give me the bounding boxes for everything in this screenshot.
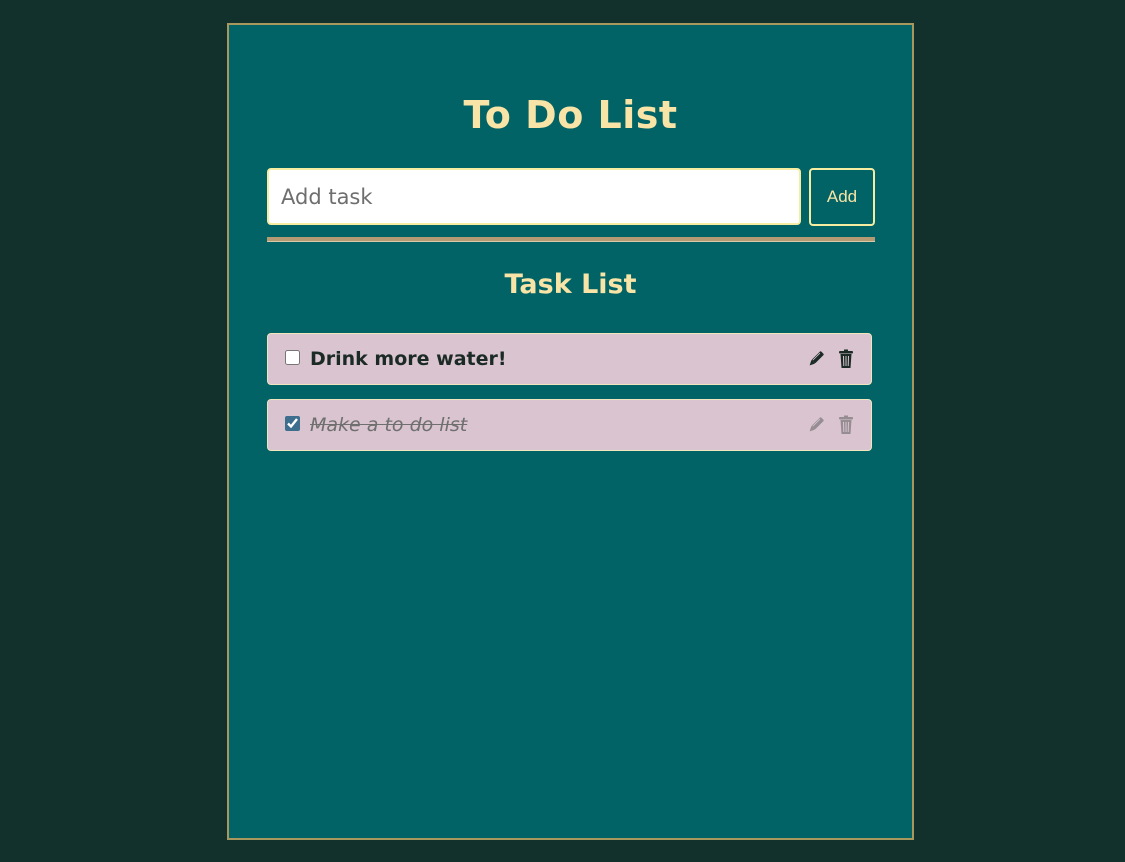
- task-item: Drink more water!: [267, 333, 872, 385]
- task-text: Make a to do list: [310, 414, 468, 436]
- add-task-button[interactable]: Add: [809, 168, 875, 226]
- task-list: Drink more water! Make a to do list: [267, 333, 872, 465]
- add-task-input[interactable]: [267, 168, 801, 225]
- todo-app: To Do List Add Task List Drink more wate…: [227, 23, 914, 840]
- task-checkbox[interactable]: [285, 349, 300, 365]
- trash-icon[interactable]: [835, 414, 857, 436]
- pen-icon[interactable]: [805, 414, 827, 436]
- pen-icon[interactable]: [805, 348, 827, 370]
- trash-icon[interactable]: [835, 348, 857, 370]
- divider: [267, 237, 875, 242]
- task-item: Make a to do list: [267, 399, 872, 451]
- page-title: To Do List: [463, 93, 678, 137]
- task-list-title: Task List: [504, 269, 637, 300]
- task-text: Drink more water!: [310, 348, 507, 370]
- task-checkbox[interactable]: [285, 415, 300, 431]
